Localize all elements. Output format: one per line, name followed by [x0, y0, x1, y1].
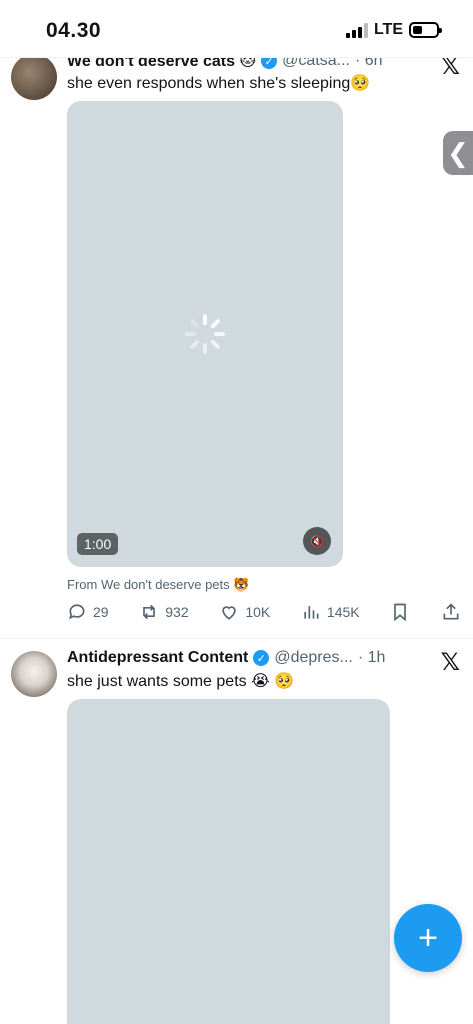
- tweet-actions: 29 932 10K 145K: [67, 602, 461, 622]
- video-duration: 1:00: [77, 533, 119, 555]
- video-player[interactable]: [67, 699, 390, 1024]
- signal-strength-icon: [345, 22, 368, 38]
- x-logo-icon: 𝕏: [440, 648, 460, 676]
- bookmark-icon: [394, 603, 407, 622]
- status-indicators: LTE: [345, 21, 442, 39]
- views-icon: [304, 606, 319, 619]
- repost-icon: [143, 604, 156, 620]
- bookmark-button[interactable]: [390, 602, 410, 622]
- video-player[interactable]: 1:00 🔇: [67, 101, 343, 567]
- status-time: 04.30: [46, 19, 102, 42]
- battery-icon: [409, 22, 442, 38]
- repost-button[interactable]: 932: [139, 602, 189, 622]
- like-count: 10K: [245, 604, 271, 620]
- tweet-text: she even responds when she's sleeping🥺: [67, 75, 371, 92]
- share-button[interactable]: [441, 602, 461, 622]
- plus-icon: +: [418, 918, 438, 957]
- muted-speaker-icon[interactable]: 🔇: [303, 527, 331, 555]
- tweet-text: she just wants some pets 😭 🥺: [67, 673, 295, 690]
- share-icon: [443, 603, 459, 620]
- views-button[interactable]: 145K: [301, 602, 360, 622]
- author-handle[interactable]: @depres...: [274, 649, 353, 667]
- author-name[interactable]: Antidepressant Content: [67, 649, 248, 667]
- tweet-time: · 1h: [357, 649, 386, 666]
- repost-count: 932: [165, 604, 189, 620]
- reply-icon: [69, 604, 85, 620]
- tweet[interactable]: Antidepressant Content ✓ @depres... · 1h…: [0, 639, 473, 1024]
- network-type: LTE: [373, 21, 403, 38]
- like-button[interactable]: 10K: [219, 602, 270, 622]
- verified-badge-icon: ✓: [253, 650, 270, 666]
- status-bar: 04.30 LTE: [0, 0, 473, 58]
- view-count: 145K: [326, 604, 360, 620]
- heart-icon: [222, 606, 236, 620]
- tweet[interactable]: We don't deserve cats 🐱 ✓ @catsa... · 6h…: [0, 0, 473, 638]
- reply-button[interactable]: 29: [67, 602, 109, 622]
- side-panel-handle[interactable]: ❮: [443, 131, 473, 175]
- avatar[interactable]: [11, 54, 57, 100]
- tweet-header: Antidepressant Content ✓ @depres... · 1h: [67, 649, 385, 667]
- source-attribution[interactable]: From We don't deserve pets 🐯: [67, 577, 249, 593]
- loading-spinner-icon: [183, 312, 227, 356]
- avatar[interactable]: [11, 651, 57, 697]
- reply-count: 29: [93, 604, 109, 620]
- compose-button[interactable]: +: [394, 904, 462, 972]
